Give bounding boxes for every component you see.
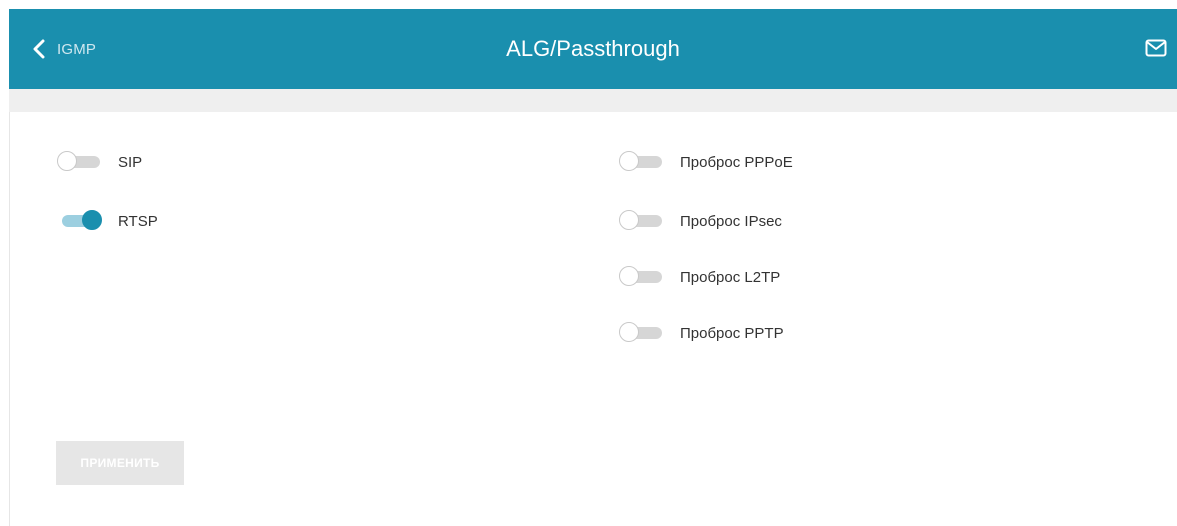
option-l2tp-passthrough[interactable]: Проброс L2TP	[618, 263, 780, 291]
pppoe-passthrough-toggle[interactable]	[618, 148, 666, 176]
sip-toggle[interactable]	[56, 148, 104, 176]
rtsp-label: RTSP	[118, 212, 158, 230]
apply-button[interactable]: ПРИМЕНИТЬ	[56, 441, 184, 485]
option-pptp-passthrough[interactable]: Проброс PPTP	[618, 319, 784, 347]
option-sip[interactable]: SIP	[56, 148, 142, 176]
settings-panel: SIP RTSP Проброс PPPoE Проброс IPsec Про…	[9, 112, 1177, 526]
option-rtsp[interactable]: RTSP	[56, 207, 158, 235]
l2tp-passthrough-label: Проброс L2TP	[680, 268, 781, 286]
pptp-passthrough-label: Проброс PPTP	[680, 324, 784, 342]
page: IGMP ALG/Passthrough SIP RTSP Проброс PP…	[0, 0, 1177, 526]
pppoe-passthrough-label: Проброс PPPoE	[680, 153, 793, 171]
l2tp-passthrough-toggle[interactable]	[618, 263, 666, 291]
option-pppoe-passthrough[interactable]: Проброс PPPoE	[618, 148, 793, 176]
header-divider-band	[9, 89, 1177, 112]
chevron-left-icon	[33, 39, 45, 59]
rtsp-toggle[interactable]	[56, 207, 104, 235]
top-bar: IGMP ALG/Passthrough	[9, 9, 1177, 89]
page-title: ALG/Passthrough	[506, 36, 680, 61]
sip-label: SIP	[118, 153, 143, 171]
pptp-passthrough-toggle[interactable]	[618, 319, 666, 347]
ipsec-passthrough-label: Проброс IPsec	[680, 212, 782, 230]
ipsec-passthrough-toggle[interactable]	[618, 207, 666, 235]
back-link[interactable]: IGMP	[33, 35, 96, 63]
back-label: IGMP	[57, 40, 97, 58]
envelope-icon[interactable]	[1145, 39, 1167, 62]
option-ipsec-passthrough[interactable]: Проброс IPsec	[618, 207, 782, 235]
